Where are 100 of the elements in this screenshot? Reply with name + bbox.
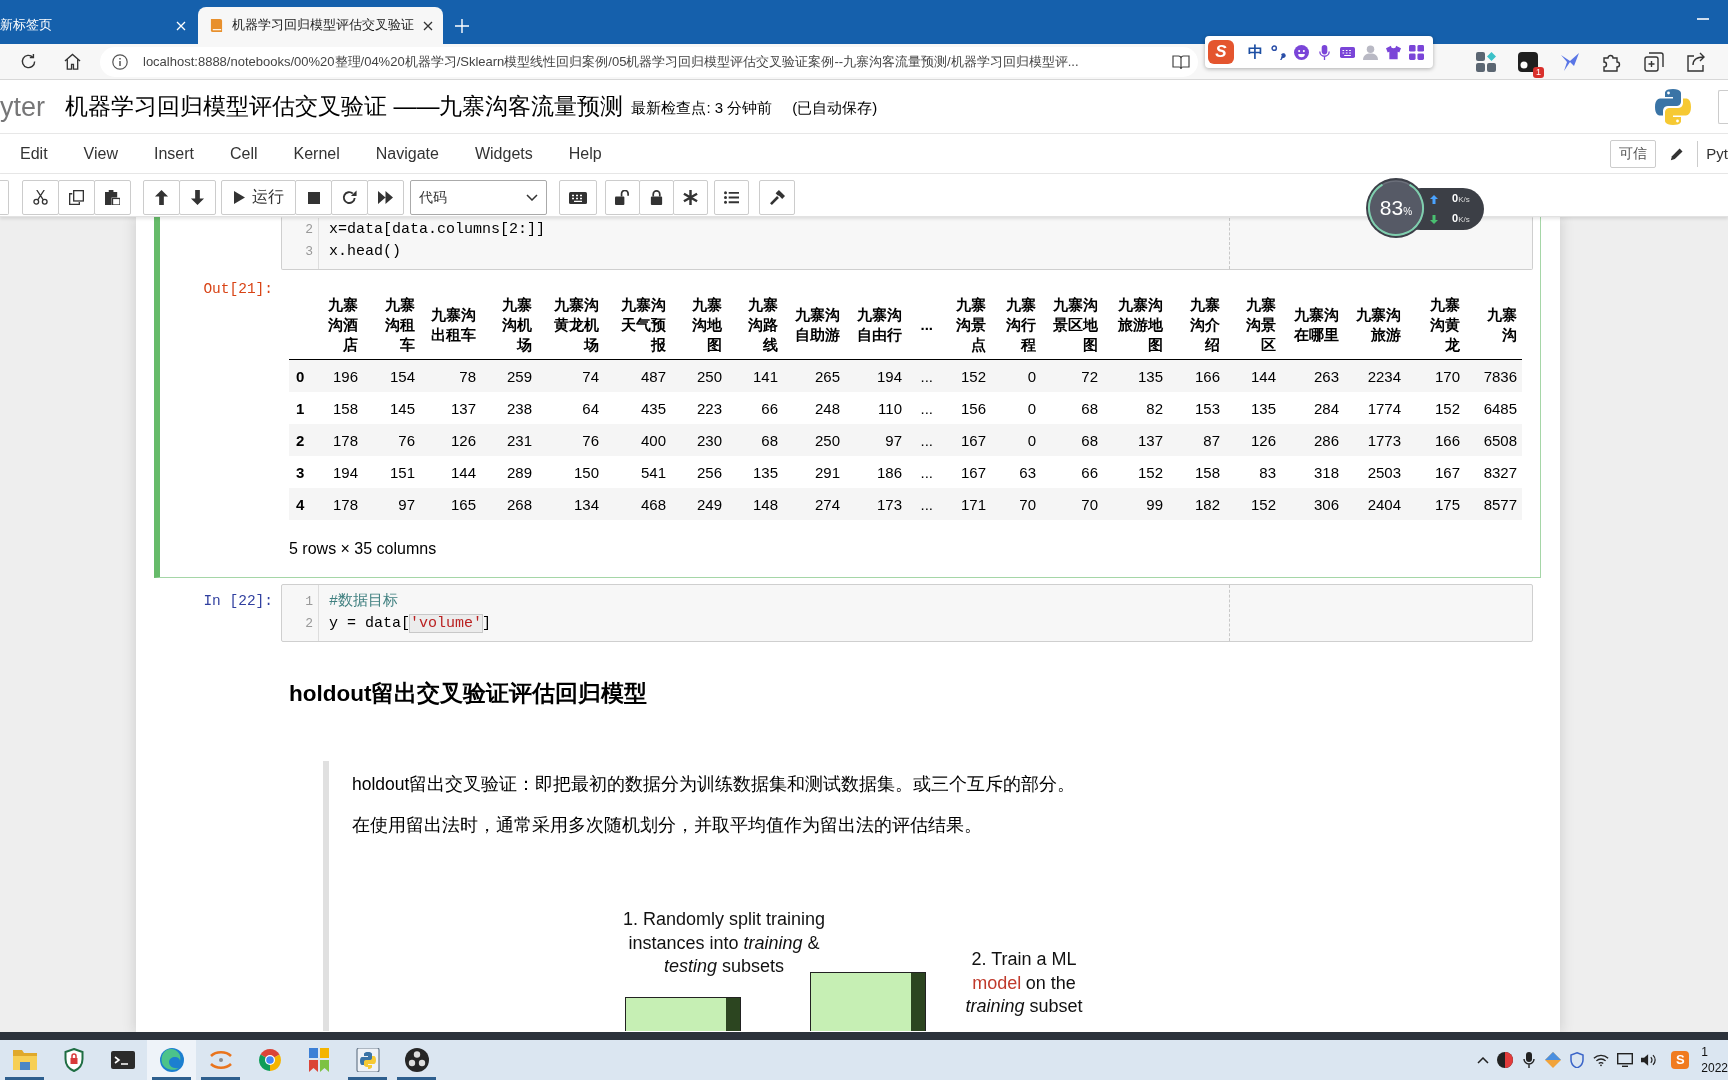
table-cell: 259: [481, 359, 537, 392]
paste-button[interactable]: [94, 180, 131, 215]
line-number: 2: [305, 615, 314, 633]
book-icon: [210, 18, 223, 33]
address-field[interactable]: localhost:8888/notebooks/00%20整理/04%20机器学习/Sklearn模型线性回归案例/05机器学习回归模型评估交叉验证案例--九寨沟客流量预测/机器学习回归模型评...: [100, 46, 1198, 77]
column-header: 九寨沟景区: [1245, 295, 1276, 355]
menu-item[interactable]: Help: [550, 144, 620, 163]
asterisk-button[interactable]: [673, 180, 708, 215]
pencil-icon[interactable]: [1670, 146, 1685, 161]
table-cell: 152: [1406, 392, 1465, 424]
table-cell: 66: [727, 392, 783, 424]
row-index: 0: [289, 359, 315, 392]
menu-item[interactable]: Widgets: [456, 144, 551, 163]
browser-tab[interactable]: 机器学习回归模型评估交叉验证: [198, 7, 443, 44]
collections-icon[interactable]: [1644, 51, 1664, 72]
smiley-icon[interactable]: [1294, 44, 1309, 60]
bird-icon[interactable]: [1560, 51, 1580, 72]
clock[interactable]: 1 2022: [1701, 1044, 1728, 1076]
trusted-button[interactable]: 可信: [1610, 139, 1657, 168]
input-mode-toggle[interactable]: 中: [1248, 42, 1263, 62]
table-cell: 268: [481, 488, 537, 520]
run-button[interactable]: 运行: [221, 180, 296, 215]
grid-icon[interactable]: [1476, 51, 1496, 72]
table-cell: 154: [363, 359, 420, 392]
unlock-button[interactable]: [605, 180, 640, 215]
move-up-button[interactable]: [143, 180, 180, 215]
microphone-icon[interactable]: [1521, 1052, 1538, 1068]
code-line: x=data[data.columns[2:]]: [329, 220, 546, 240]
notebook-title[interactable]: 机器学习回归模型评估交叉验证 ——九寨沟客流量预测: [65, 91, 624, 122]
caret-icon: [526, 194, 538, 201]
shortcuts-button[interactable]: [559, 180, 597, 215]
restart-button[interactable]: [331, 180, 368, 215]
table-cell: 2234: [1344, 359, 1406, 392]
table-cell: 400: [604, 424, 671, 456]
close-icon[interactable]: [423, 20, 433, 31]
monitor-icon[interactable]: [1617, 1052, 1634, 1068]
table-cell: 74: [537, 359, 604, 392]
browser-tab[interactable]: 新标签页: [0, 7, 198, 44]
wifi-icon[interactable]: [1593, 1052, 1610, 1068]
stop-button[interactable]: [295, 180, 332, 215]
copy-button[interactable]: [58, 180, 95, 215]
table-cell: 78: [420, 359, 481, 392]
reader-icon[interactable]: [1172, 53, 1190, 70]
kernel-name[interactable]: Pyt: [1697, 140, 1728, 167]
microphone-icon[interactable]: [1317, 44, 1332, 60]
grid-icon[interactable]: [1409, 44, 1424, 60]
column-header: 九寨沟黄龙: [1429, 295, 1460, 355]
table-cell: 306: [1281, 488, 1344, 520]
table-cell: 152: [1103, 456, 1168, 488]
play-icon: [233, 191, 245, 204]
notification-badge: 1: [1533, 66, 1544, 78]
move-down-button[interactable]: [179, 180, 216, 215]
table-cell: 148: [727, 488, 783, 520]
table-cell: 97: [845, 424, 907, 456]
notebook-cell[interactable]: In [22]: 1 2 #数据目标 y = data['volume']: [154, 578, 1541, 648]
menu-item[interactable]: Edit: [2, 144, 66, 163]
cell-type-select[interactable]: 代码: [410, 180, 547, 215]
app-square-icon[interactable]: [1518, 51, 1538, 72]
run-all-button[interactable]: [367, 180, 404, 215]
table-cell: 135: [1225, 392, 1281, 424]
ime-logo[interactable]: S: [1208, 40, 1234, 64]
table-cell: 8327: [1465, 456, 1522, 488]
shirt-icon[interactable]: [1386, 44, 1401, 60]
tool-button[interactable]: [759, 180, 795, 215]
cut-button[interactable]: [22, 180, 59, 215]
table-cell: 0: [991, 424, 1041, 456]
table-cell: ...: [907, 456, 938, 488]
shield-icon[interactable]: [1569, 1052, 1586, 1068]
diamond-icon[interactable]: [1545, 1052, 1562, 1068]
chevron-up-icon[interactable]: [1477, 1056, 1490, 1064]
menu-item[interactable]: Insert: [135, 144, 212, 163]
line-number: 2: [305, 221, 314, 239]
column-header: 九寨沟出租车: [430, 305, 476, 345]
punctuation-icon[interactable]: [1271, 44, 1286, 60]
plus-icon[interactable]: [455, 19, 469, 33]
table-cell: 144: [1225, 359, 1281, 392]
info-icon[interactable]: [112, 53, 128, 70]
speaker-icon[interactable]: [1641, 1052, 1658, 1068]
menu-item[interactable]: Navigate: [357, 144, 457, 163]
table-cell: 68: [727, 424, 783, 456]
table-cell: 318: [1281, 456, 1344, 488]
list-icon: [724, 190, 739, 205]
home-icon[interactable]: [64, 53, 81, 70]
menu-item[interactable]: Kernel: [275, 144, 358, 163]
list-button[interactable]: [714, 180, 749, 215]
input-prompt: In [22]:: [203, 593, 273, 609]
unlock-icon: [615, 190, 630, 205]
menu-item[interactable]: Cell: [212, 144, 276, 163]
lock-button[interactable]: [639, 180, 674, 215]
menu-item[interactable]: View: [65, 144, 136, 163]
round-app-icon[interactable]: [1497, 1052, 1514, 1068]
share-icon[interactable]: [1686, 51, 1706, 72]
table-cell: 286: [1281, 424, 1344, 456]
refresh-icon[interactable]: [20, 53, 37, 70]
logo-text[interactable]: yter: [0, 90, 45, 123]
code-editor[interactable]: 1 2 #数据目标 y = data['volume']: [281, 584, 1533, 642]
table-cell: 158: [315, 392, 363, 424]
logo-icon: [1654, 87, 1692, 126]
taskbar-button[interactable]: [147, 1040, 196, 1080]
keyboard-icon[interactable]: [1340, 44, 1355, 60]
